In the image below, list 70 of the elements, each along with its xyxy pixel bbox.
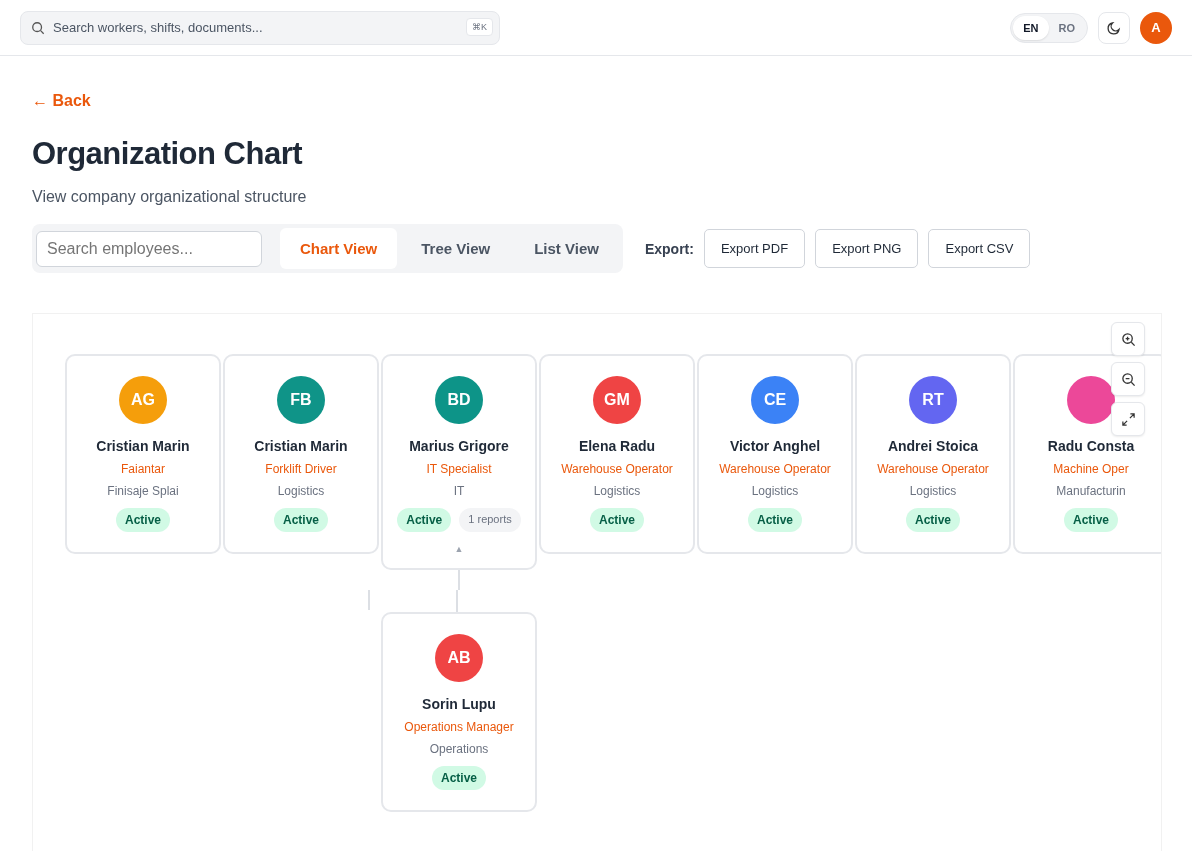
status-badge: Active (1064, 508, 1118, 532)
status-badge: Active (906, 508, 960, 532)
zoom-out-icon (1120, 371, 1136, 387)
status-badge: Active (116, 508, 170, 532)
back-link[interactable]: ← Back (32, 92, 91, 110)
employee-search-field[interactable]: Search employees... (36, 230, 262, 267)
page-title: Organization Chart (32, 136, 304, 172)
employee-department: Operations (429, 742, 489, 756)
status-badge: Active (274, 508, 328, 532)
status-badge: Active (397, 508, 452, 532)
employee-avatar: FB (277, 376, 325, 424)
expand-icon (1120, 411, 1136, 427)
view-tab[interactable]: Chart View (280, 228, 398, 269)
employee-department: IT (453, 484, 465, 498)
employee-name: Andrei Stoica (887, 438, 979, 454)
employee-card[interactable]: BD Marius Grigore IT Specialist IT Active 1 reports ▲ (381, 354, 537, 570)
search-icon (31, 20, 45, 35)
employee-avatar: AG (119, 376, 167, 424)
employee-card[interactable]: AG Cristian Marin Faiantar Finisaje Splai Active (65, 354, 221, 554)
employee-name: Elena Radu (578, 438, 656, 454)
export-button[interactable]: Export CSV (928, 229, 1031, 268)
zoom-in-icon (1120, 331, 1136, 347)
employee-role: Warehouse Operator (561, 462, 673, 476)
employee-card[interactable]: CE Victor Anghel Warehouse Operator Logistics Active (697, 354, 853, 554)
page-subtitle: View company organizational structure (32, 188, 308, 206)
language-option[interactable]: RO (1048, 15, 1085, 40)
employee-department: Logistics (277, 484, 325, 498)
employee-role: Forklift Driver (265, 462, 337, 476)
language-option[interactable]: EN (1013, 15, 1049, 40)
zoom-in-button[interactable] (1111, 322, 1145, 356)
employee-name: Sorin Lupu (422, 696, 496, 712)
employee-department: Logistics (593, 484, 641, 498)
employee-avatar: GM (593, 376, 641, 424)
employee-card[interactable]: Radu Consta Machine Oper Manufacturin Active (1013, 354, 1161, 554)
employee-role: Machine Oper (1053, 462, 1129, 476)
employee-card[interactable]: FB Cristian Marin Forklift Driver Logistics Active (223, 354, 379, 554)
status-badge: Active (590, 508, 644, 532)
employee-name: Marius Grigore (409, 438, 509, 454)
theme-toggle-button[interactable] (1098, 11, 1130, 44)
employee-role: IT Specialist (426, 462, 492, 476)
status-badge: Active (432, 766, 486, 790)
employee-role: Warehouse Operator (719, 462, 831, 476)
employee-role: Operations Manager (404, 720, 514, 734)
moon-icon (1106, 19, 1122, 36)
view-tab[interactable]: List View (514, 228, 619, 269)
employee-name: Radu Consta (1047, 438, 1135, 454)
employee-name: Victor Anghel (729, 438, 821, 454)
employee-department: Finisaje Splai (107, 484, 179, 498)
zoom-out-button[interactable] (1111, 362, 1145, 396)
export-label: Export: (644, 240, 694, 257)
reports-badge: 1 reports (459, 508, 521, 532)
fit-screen-button[interactable] (1111, 402, 1145, 436)
employee-name: Cristian Marin (96, 438, 190, 454)
employee-avatar: RT (909, 376, 957, 424)
view-tab[interactable]: Tree View (401, 228, 511, 269)
status-badge: Active (748, 508, 802, 532)
employee-avatar: BD (435, 376, 483, 424)
employee-avatar: AB (435, 634, 483, 682)
export-button[interactable]: Export PDF (703, 229, 806, 268)
employee-card[interactable]: RT Andrei Stoica Warehouse Operator Logistics Active (855, 354, 1011, 554)
employee-role: Faiantar (121, 462, 165, 476)
export-button[interactable]: Export PNG (815, 229, 919, 268)
user-avatar[interactable]: A (1140, 11, 1172, 44)
employee-card[interactable]: GM Elena Radu Warehouse Operator Logistics Active (539, 354, 695, 554)
employee-department: Manufacturin (1056, 484, 1126, 498)
employee-avatar: CE (751, 376, 799, 424)
employee-department: Logistics (909, 484, 957, 498)
employee-name: Cristian Marin (254, 438, 348, 454)
employee-role: Warehouse Operator (877, 462, 989, 476)
employee-department: Logistics (751, 484, 799, 498)
